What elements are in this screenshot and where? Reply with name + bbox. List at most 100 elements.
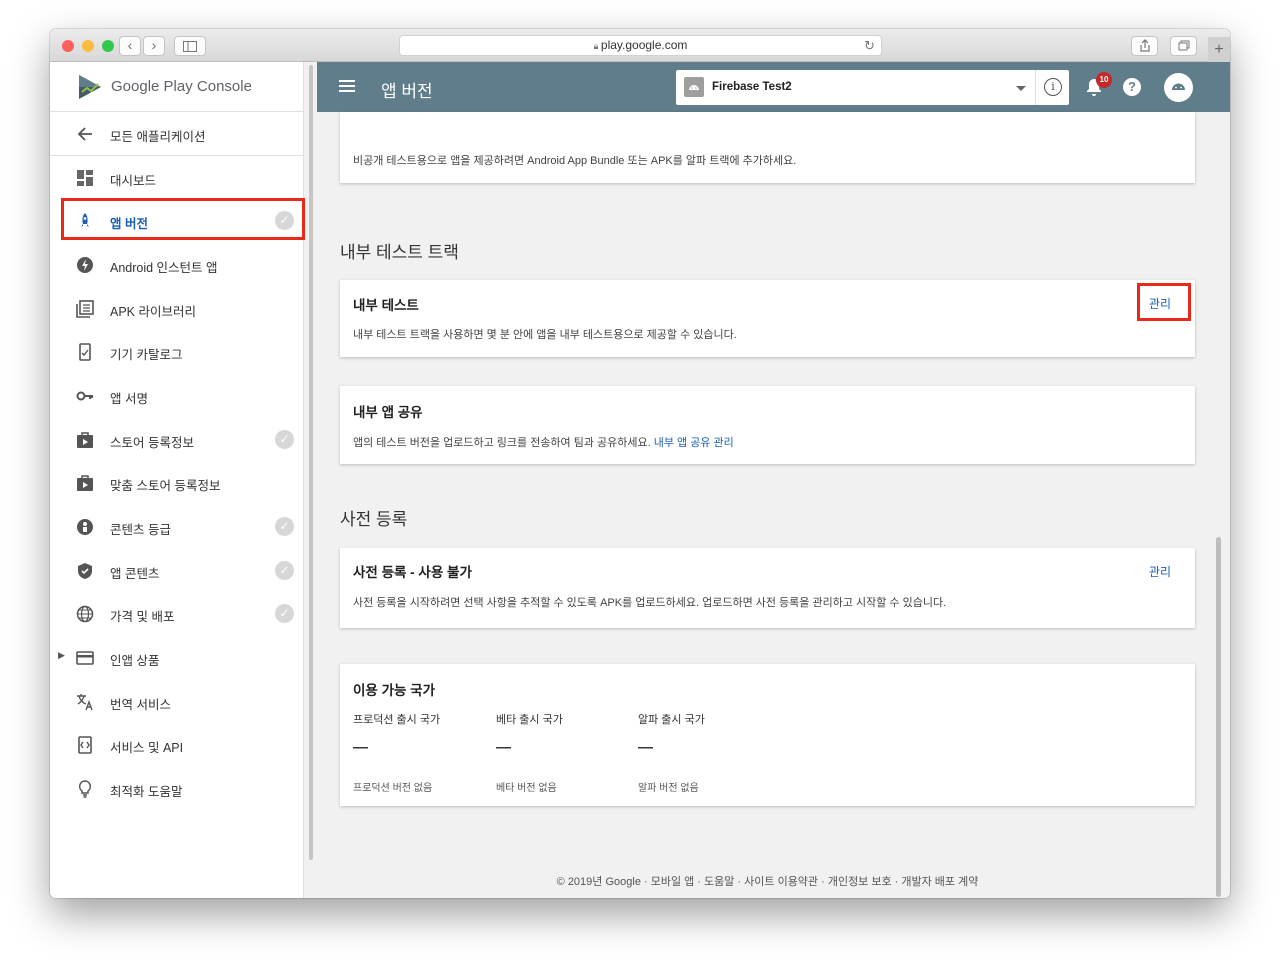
- sidebar-item-label: 스토어 등록정보: [110, 436, 194, 450]
- sidebar-item-translation[interactable]: 번역 서비스: [50, 680, 304, 724]
- sidebar: Google Play Console 모든 애플리케이션 대시보드 앱 버전 …: [50, 62, 305, 898]
- production-version-status: 프로덕션 버전 없음: [353, 783, 433, 794]
- tabs-overview-icon[interactable]: [1170, 36, 1197, 56]
- sidebar-item-label: 콘텐츠 등급: [110, 523, 171, 537]
- sidebar-item-app-content[interactable]: 앱 콘텐츠 ✓: [50, 549, 304, 593]
- browser-titlebar: ‹ › 🔒︎ play.google.com ↻ +: [50, 29, 1230, 62]
- alpha-countries-header: 알파 출시 국가: [638, 714, 705, 726]
- alpha-track-card: 비공개 테스트용으로 앱을 제공하려면 Android App Bundle 또…: [340, 112, 1195, 183]
- alpha-countries-value: —: [638, 739, 653, 756]
- pre-registration-card: 사전 등록 - 사용 불가 사전 등록을 시작하려면 선택 사항을 추적할 수 …: [340, 548, 1195, 628]
- sidebar-item-label: 서비스 및 API: [110, 741, 184, 755]
- main-content: 앱 버전 Firebase Test2 i 10 ? 비공개 테스트용으로 앱을…: [317, 62, 1230, 898]
- sidebar-item-pricing-distribution[interactable]: 가격 및 배포 ✓: [50, 592, 304, 636]
- main-scrollbar[interactable]: [1216, 537, 1221, 897]
- device-icon: [79, 343, 91, 361]
- sidebar-item-label: 대시보드: [110, 174, 157, 188]
- beta-version-status: 베타 버전 없음: [496, 783, 557, 794]
- back-icon[interactable]: ‹: [119, 36, 141, 56]
- alpha-version-status: 알파 버전 없음: [638, 783, 699, 794]
- pre-registration-manage-link[interactable]: 관리: [1149, 563, 1171, 580]
- flash-icon: [77, 257, 93, 273]
- top-app-bar: 앱 버전 Firebase Test2 i 10 ?: [317, 62, 1230, 112]
- sidebar-item-apk-library[interactable]: APK 라이브러리: [50, 287, 304, 331]
- help-icon[interactable]: ?: [1123, 78, 1141, 96]
- production-countries-value: —: [353, 739, 368, 756]
- internal-sharing-desc: 앱의 테스트 버전을 업로드하고 링크를 전송하여 팀과 공유하세요.: [353, 437, 651, 449]
- minimize-window-button[interactable]: [82, 40, 94, 52]
- translate-icon: [77, 694, 93, 711]
- sidebar-item-all-apps[interactable]: 모든 애플리케이션: [50, 112, 304, 156]
- expand-arrow-icon[interactable]: ▶: [58, 650, 65, 661]
- avatar[interactable]: [1164, 73, 1193, 102]
- sidebar-item-label: 인앱 상품: [110, 654, 160, 668]
- app-selector[interactable]: Firebase Test2 i: [676, 70, 1069, 105]
- sidebar-item-app-signing[interactable]: 앱 서명: [50, 374, 304, 418]
- internal-test-title: 내부 테스트: [353, 298, 419, 313]
- internal-sharing-title: 내부 앱 공유: [353, 405, 423, 420]
- check-icon: ✓: [275, 430, 294, 449]
- footer-links[interactable]: © 2019년 Google · 모바일 앱 · 도움말 · 사이트 이용약관 …: [557, 876, 979, 888]
- internal-track-heading: 내부 테스트 트랙: [340, 243, 459, 262]
- new-tab-button[interactable]: +: [1208, 37, 1230, 62]
- beta-countries-value: —: [496, 739, 511, 756]
- check-icon: ✓: [275, 561, 294, 580]
- share-icon[interactable]: [1131, 36, 1158, 56]
- store-icon: [77, 432, 93, 448]
- reload-icon[interactable]: ↻: [864, 36, 875, 55]
- library-icon: [76, 300, 94, 318]
- sidebar-item-label: 모든 애플리케이션: [110, 130, 206, 144]
- play-console-icon: [79, 75, 101, 99]
- sidebar-item-services-api[interactable]: 서비스 및 API: [50, 723, 304, 767]
- logo-google-play: Google Play: [111, 78, 193, 95]
- sidebar-scrollbar[interactable]: [309, 65, 313, 860]
- dropdown-arrow-icon[interactable]: [1016, 86, 1026, 91]
- highlight-manage: [1137, 283, 1191, 321]
- page-footer: © 2019년 Google · 모바일 앱 · 도움말 · 사이트 이용약관 …: [340, 873, 1195, 889]
- card-icon: [76, 651, 94, 665]
- url-text: play.google.com: [600, 38, 688, 52]
- sidebar-toggle-icon[interactable]: [174, 36, 206, 56]
- key-icon: [76, 391, 93, 401]
- sidebar-item-label: Android 인스턴트 앱: [110, 261, 218, 275]
- sidebar-item-label: 앱 서명: [110, 392, 148, 406]
- dashboard-icon: [77, 170, 93, 186]
- close-window-button[interactable]: [62, 40, 74, 52]
- sidebar-item-label: 맞춤 스토어 등록정보: [110, 479, 221, 493]
- sidebar-item-instant-apps[interactable]: Android 인스턴트 앱: [50, 243, 304, 287]
- rating-icon: [77, 519, 93, 535]
- check-icon: ✓: [275, 517, 294, 536]
- store-custom-icon: [77, 475, 93, 491]
- sidebar-item-device-catalog[interactable]: 기기 카탈로그: [50, 330, 304, 374]
- address-bar[interactable]: 🔒︎ play.google.com ↻: [399, 35, 882, 56]
- browser-window: ‹ › 🔒︎ play.google.com ↻ + Google Play C: [50, 29, 1230, 898]
- internal-test-card: 내부 테스트 내부 테스트 트랙을 사용하면 몇 분 안에 앱을 내부 테스트용…: [340, 280, 1195, 357]
- zoom-window-button[interactable]: [102, 40, 114, 52]
- pre-registration-desc: 사전 등록을 시작하려면 선택 사항을 추적할 수 있도록 APK를 업로드하세…: [353, 597, 947, 609]
- pre-registration-heading: 사전 등록: [340, 510, 408, 529]
- sidebar-item-content-rating[interactable]: 콘텐츠 등급 ✓: [50, 505, 304, 549]
- play-console-logo[interactable]: Google Play Console: [50, 62, 303, 112]
- beta-countries-header: 베타 출시 국가: [496, 714, 563, 726]
- forward-icon[interactable]: ›: [143, 36, 165, 56]
- pre-registration-title: 사전 등록 - 사용 불가: [353, 565, 472, 580]
- page-title: 앱 버전: [381, 82, 433, 101]
- logo-console: Console: [196, 78, 252, 95]
- arrow-back-icon: [77, 127, 92, 141]
- internal-sharing-manage-link[interactable]: 내부 앱 공유 관리: [654, 437, 734, 449]
- sidebar-item-label: APK 라이브러리: [110, 305, 196, 319]
- sidebar-item-dashboard[interactable]: 대시보드: [50, 156, 304, 200]
- lock-icon: 🔒︎: [593, 41, 601, 51]
- lightbulb-icon: [78, 780, 92, 798]
- check-icon: ✓: [275, 604, 294, 623]
- shield-icon: [78, 563, 92, 579]
- internal-test-desc: 내부 테스트 트랙을 사용하면 몇 분 안에 앱을 내부 테스트용으로 제공할 …: [353, 329, 737, 341]
- sidebar-item-store-listing[interactable]: 스토어 등록정보 ✓: [50, 418, 304, 462]
- info-icon[interactable]: i: [1044, 78, 1062, 96]
- menu-icon[interactable]: [339, 79, 355, 93]
- sidebar-item-custom-store-listing[interactable]: 맞춤 스토어 등록정보: [50, 461, 304, 505]
- sidebar-item-optimization-tips[interactable]: 최적화 도움말: [50, 767, 304, 811]
- android-app-icon: [684, 77, 704, 97]
- sidebar-item-in-app-products[interactable]: ▶ 인앱 상품: [50, 636, 304, 680]
- internal-app-sharing-card: 내부 앱 공유 앱의 테스트 버전을 업로드하고 링크를 전송하여 팀과 공유하…: [340, 386, 1195, 464]
